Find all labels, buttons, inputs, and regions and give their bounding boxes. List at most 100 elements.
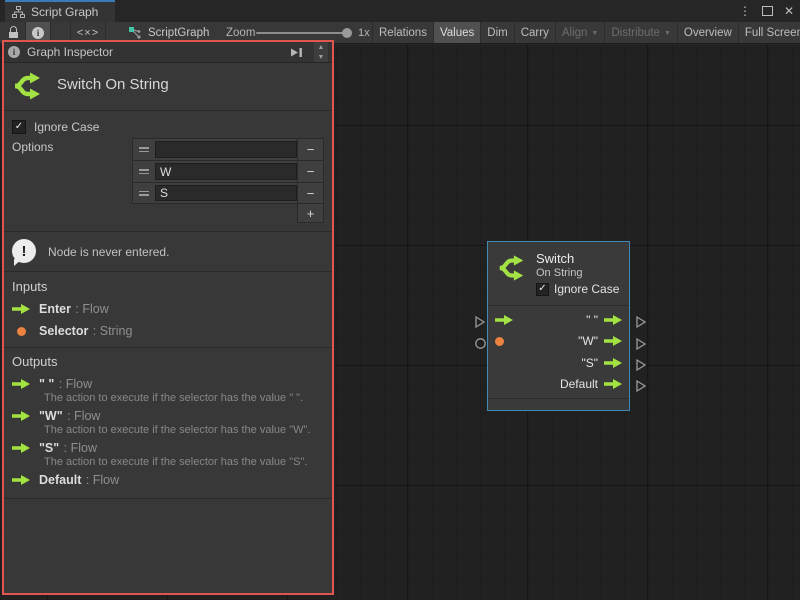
flow-arrow-icon	[495, 315, 513, 325]
outputs-heading: Outputs	[12, 354, 58, 369]
drag-handle-icon[interactable]	[133, 183, 155, 203]
carry-button[interactable]: Carry	[515, 22, 556, 43]
chevron-down-icon: ▼	[591, 30, 598, 37]
flow-arrow-icon	[604, 315, 622, 325]
node-header: Switch On String ✓ Ignore Case	[488, 242, 629, 306]
port-row: "W"	[488, 331, 629, 353]
port-description: The action to execute if the selector ha…	[44, 424, 326, 436]
relations-button[interactable]: Relations	[372, 22, 434, 43]
close-icon[interactable]: ✕	[784, 5, 794, 17]
inspector-title: Graph Inspector	[27, 45, 283, 59]
options-list: − − − +	[132, 138, 324, 223]
option-row: −	[132, 160, 324, 182]
flow-arrow-icon	[604, 358, 622, 368]
flow-arrow-icon	[12, 411, 30, 421]
flow-arrow-icon	[604, 379, 622, 389]
flow-arrow-icon	[12, 475, 30, 485]
toolbar-buttons: Relations Values Dim Carry Align ▼ Distr…	[372, 22, 800, 43]
port-row: "S"	[488, 352, 629, 374]
output-connector-triangle[interactable]	[634, 337, 648, 351]
selector-port[interactable]	[495, 337, 504, 346]
ignore-case-label: Ignore Case	[554, 282, 619, 296]
scroll-up-icon[interactable]: ▲	[314, 42, 328, 52]
hierarchy-icon	[12, 6, 25, 18]
section-divider	[4, 498, 332, 499]
output-port[interactable]: " "	[586, 313, 622, 327]
scroll-down-icon[interactable]: ▼	[314, 52, 328, 62]
remove-option-button[interactable]: −	[297, 139, 323, 160]
dim-button[interactable]: Dim	[481, 22, 514, 43]
output-port-row: "W" : Flow	[12, 407, 324, 425]
switch-on-string-node[interactable]: Switch On String ✓ Ignore Case " "	[487, 241, 630, 411]
remove-option-button[interactable]: −	[297, 183, 323, 203]
info-icon: i	[32, 27, 44, 39]
option-row: −	[132, 138, 324, 160]
zoom-value: 1x	[358, 22, 370, 43]
options-footer: +	[132, 204, 324, 223]
port-description: The action to execute if the selector ha…	[44, 456, 326, 468]
values-button[interactable]: Values	[434, 22, 481, 43]
title-bar: Script Graph ⋮ ✕	[0, 0, 800, 22]
script-graph-window: Script Graph ⋮ ✕ i <×> ScriptGraph	[0, 0, 800, 600]
node-title: Switch	[536, 251, 621, 266]
add-option-button[interactable]: +	[297, 204, 324, 223]
zoom-slider-track	[256, 32, 344, 34]
output-port[interactable]: "W"	[578, 334, 622, 348]
enter-port[interactable]	[495, 315, 513, 325]
option-input[interactable]	[155, 185, 297, 201]
inspector-node-block: Switch On String	[4, 63, 332, 111]
output-connector-triangle[interactable]	[634, 315, 648, 329]
output-port-row: "S" : Flow	[12, 439, 324, 457]
inspector-node-title: Switch On String	[57, 76, 169, 93]
output-connector-triangle[interactable]	[634, 379, 648, 393]
flow-arrow-icon	[604, 336, 622, 346]
tab-script-graph[interactable]: Script Graph	[5, 0, 115, 22]
warning-text: Node is never entered.	[48, 245, 169, 259]
output-connector-triangle[interactable]	[634, 358, 648, 372]
input-port-row: Selector : String	[12, 322, 324, 340]
graph-inspector-panel: i Graph Inspector ▲ ▼ S	[2, 40, 334, 595]
graph-name-label: ScriptGraph	[148, 27, 209, 39]
output-port-row: " " : Flow	[12, 375, 324, 393]
node-footer	[488, 398, 629, 410]
drag-handle-icon[interactable]	[133, 161, 155, 182]
info-icon: i	[8, 46, 20, 58]
ignore-case-checkbox[interactable]: ✓	[12, 120, 26, 134]
output-port[interactable]: Default	[560, 377, 622, 391]
port-row: Default	[488, 374, 629, 396]
input-port-row: Enter : Flow	[12, 300, 324, 318]
tab-label: Script Graph	[31, 5, 98, 19]
overview-button[interactable]: Overview	[678, 22, 739, 43]
warning-bubble-icon: !	[12, 239, 37, 264]
dock-panel-button[interactable]	[290, 47, 303, 58]
align-button[interactable]: Align ▼	[556, 22, 606, 43]
drag-handle-icon[interactable]	[133, 139, 155, 160]
lock-icon	[10, 26, 17, 32]
section-divider	[4, 347, 332, 348]
string-input-connector-circle[interactable]	[474, 337, 487, 350]
options-label: Options	[12, 140, 53, 154]
option-input[interactable]	[155, 163, 297, 180]
flow-input-connector-triangle[interactable]	[473, 315, 487, 329]
window-controls: ⋮ ✕	[739, 0, 794, 22]
inputs-heading: Inputs	[12, 279, 47, 294]
switch-icon	[497, 253, 527, 283]
window-menu-icon[interactable]: ⋮	[739, 5, 751, 17]
distribute-button[interactable]: Distribute ▼	[605, 22, 678, 43]
port-row: " "	[488, 309, 629, 331]
option-input[interactable]	[155, 141, 297, 158]
flow-arrow-icon	[12, 379, 30, 389]
string-port-icon	[17, 327, 26, 336]
zoom-slider-handle[interactable]	[342, 28, 352, 38]
remove-option-button[interactable]: −	[297, 161, 323, 182]
output-port-row: Default : Flow	[12, 471, 324, 489]
output-port[interactable]: "S"	[581, 356, 622, 370]
maximize-icon[interactable]	[762, 6, 773, 16]
flow-arrow-icon	[12, 304, 30, 314]
ignore-case-checkbox[interactable]: ✓	[536, 283, 549, 296]
panel-scroll-spinner: ▲ ▼	[314, 42, 328, 62]
code-icon: <×>	[77, 27, 99, 39]
node-subtitle: On String	[536, 267, 621, 279]
chevron-down-icon: ▼	[664, 30, 671, 37]
full-screen-button[interactable]: Full Screen	[739, 22, 800, 43]
